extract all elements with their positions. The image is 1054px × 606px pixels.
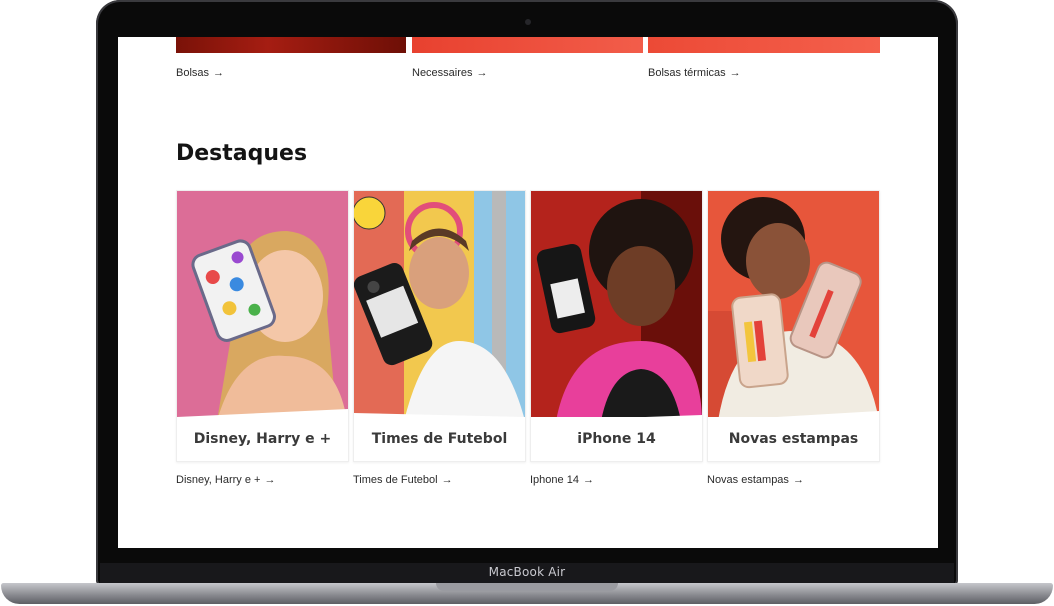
arrow-right-icon: → bbox=[729, 67, 741, 79]
category-image-bolsas[interactable] bbox=[176, 37, 406, 53]
highlight-card-iphone14[interactable]: iPhone 14 bbox=[530, 190, 703, 462]
card-link-label: Novas estampas bbox=[707, 474, 789, 486]
card-link-label: Times de Futebol bbox=[353, 474, 438, 486]
category-image-bolsas-termicas[interactable] bbox=[648, 37, 880, 53]
card-link-novas[interactable]: Novas estampas → bbox=[707, 474, 804, 486]
camera-icon bbox=[525, 19, 531, 25]
section-title: Destaques bbox=[176, 141, 308, 166]
category-link-label: Necessaires bbox=[412, 67, 473, 79]
category-link-bolsas[interactable]: Bolsas → bbox=[176, 67, 224, 79]
highlight-card-novas[interactable]: Novas estampas bbox=[707, 190, 880, 462]
arrow-right-icon: → bbox=[582, 474, 594, 486]
card-caption: Disney, Harry e + bbox=[177, 417, 348, 461]
device-brand: MacBook Air bbox=[488, 565, 566, 579]
browser-viewport[interactable]: Bolsas → Necessaires → Bolsas térmicas → De… bbox=[118, 37, 938, 548]
arrow-right-icon: → bbox=[264, 474, 276, 486]
card-caption: iPhone 14 bbox=[531, 417, 702, 461]
card-link-times[interactable]: Times de Futebol → bbox=[353, 474, 453, 486]
card-link-label: Iphone 14 bbox=[530, 474, 579, 486]
laptop-notch bbox=[436, 583, 618, 591]
card-photo bbox=[177, 191, 348, 421]
highlight-card-times[interactable]: Times de Futebol bbox=[353, 190, 526, 462]
arrow-right-icon: → bbox=[476, 67, 488, 79]
category-image-necessaires[interactable] bbox=[412, 37, 643, 53]
arrow-right-icon: → bbox=[441, 474, 453, 486]
card-link-iphone14[interactable]: Iphone 14 → bbox=[530, 474, 594, 486]
category-link-bolsas-termicas[interactable]: Bolsas térmicas → bbox=[648, 67, 741, 79]
category-link-necessaires[interactable]: Necessaires → bbox=[412, 67, 488, 79]
arrow-right-icon: → bbox=[792, 474, 804, 486]
card-link-disney[interactable]: Disney, Harry e + → bbox=[176, 474, 275, 486]
card-photo bbox=[531, 191, 702, 421]
highlight-card-disney[interactable]: Disney, Harry e + bbox=[176, 190, 349, 462]
card-photo bbox=[354, 191, 525, 421]
card-caption: Times de Futebol bbox=[354, 417, 525, 461]
category-link-label: Bolsas bbox=[176, 67, 210, 79]
card-link-label: Disney, Harry e + bbox=[176, 474, 261, 486]
category-link-label: Bolsas térmicas bbox=[648, 67, 726, 79]
card-caption: Novas estampas bbox=[708, 417, 879, 461]
card-photo bbox=[708, 191, 879, 421]
arrow-right-icon: → bbox=[213, 67, 225, 79]
